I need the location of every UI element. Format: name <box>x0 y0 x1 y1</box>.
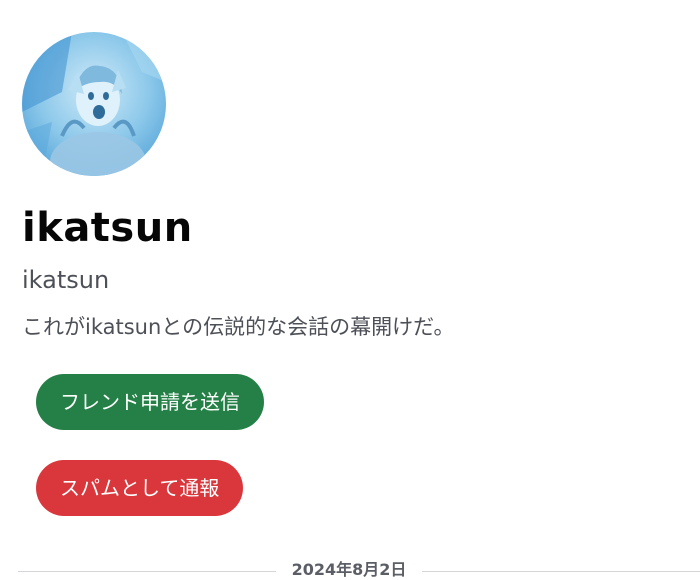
send-friend-request-button[interactable]: フレンド申請を送信 <box>36 374 264 430</box>
dm-welcome-screen: ikatsun ikatsun これがikatsunとの伝説的な会話の幕開けだ。… <box>0 0 700 580</box>
avatar-image <box>22 32 166 176</box>
divider-date: 2024年8月2日 <box>291 560 407 579</box>
report-spam-button[interactable]: スパムとして通報 <box>36 460 244 516</box>
username: ikatsun <box>22 266 110 294</box>
display-name: ikatsun <box>22 205 193 251</box>
divider-line-left <box>18 571 276 572</box>
conversation-intro-text: これがikatsunとの伝説的な会話の幕開けだ。 <box>22 315 455 339</box>
divider-line-right <box>422 571 700 572</box>
avatar[interactable] <box>22 32 166 176</box>
date-divider: 2024年8月2日 <box>18 556 700 580</box>
